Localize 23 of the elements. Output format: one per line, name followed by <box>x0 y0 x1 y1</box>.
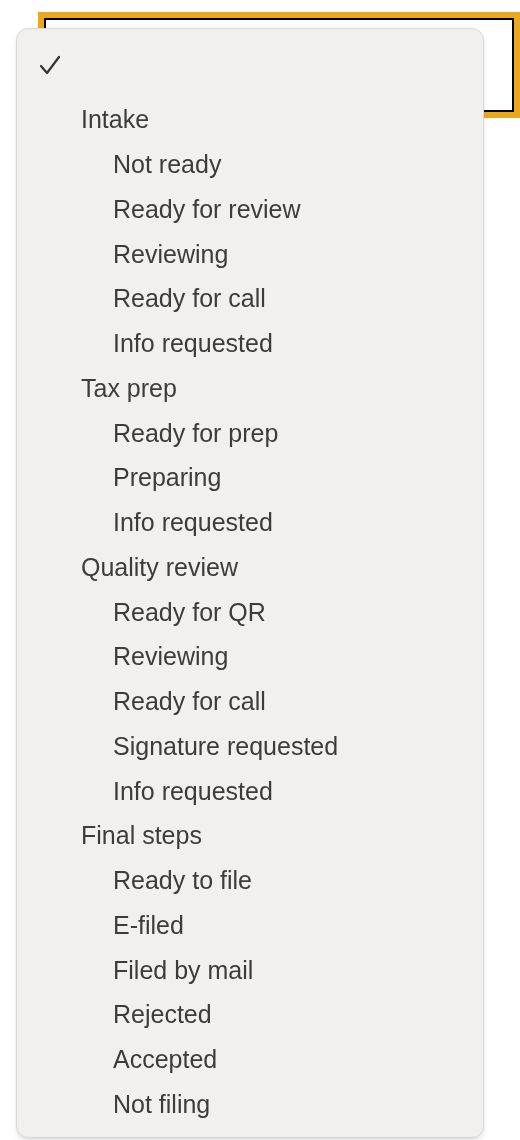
menu-option[interactable]: E-filed <box>113 906 184 945</box>
menu-option[interactable]: Info requested <box>113 504 273 542</box>
menu-option[interactable]: Filed by mail <box>113 951 254 990</box>
menu-option[interactable]: Rejected <box>113 996 212 1034</box>
menu-option[interactable]: Ready for call <box>113 683 266 721</box>
menu-option[interactable]: Ready for QR <box>113 593 266 632</box>
group-label: Intake <box>81 104 150 136</box>
menu-option[interactable]: Signature requested <box>113 727 339 766</box>
menu-option[interactable]: Reviewing <box>113 638 229 676</box>
menu-option[interactable]: Not filing <box>113 1085 211 1124</box>
menu-option[interactable]: Accepted <box>113 1041 218 1079</box>
group-label: Tax prep <box>81 372 177 404</box>
menu-option[interactable]: Reviewing <box>113 235 229 274</box>
menu-option[interactable]: Ready for call <box>113 280 266 318</box>
menu-option[interactable]: Not ready <box>113 146 222 184</box>
menu-option[interactable]: Info requested <box>113 325 273 363</box>
menu-option[interactable]: Ready for prep <box>113 414 279 453</box>
group-label: Quality review <box>81 551 238 583</box>
menu-option[interactable]: Ready to file <box>113 862 252 900</box>
menu-option[interactable]: Ready for review <box>113 190 301 229</box>
menu-option[interactable]: Info requested <box>113 772 273 811</box>
menu-option[interactable]: Preparing <box>113 459 222 497</box>
group-label: Final steps <box>81 820 202 852</box>
